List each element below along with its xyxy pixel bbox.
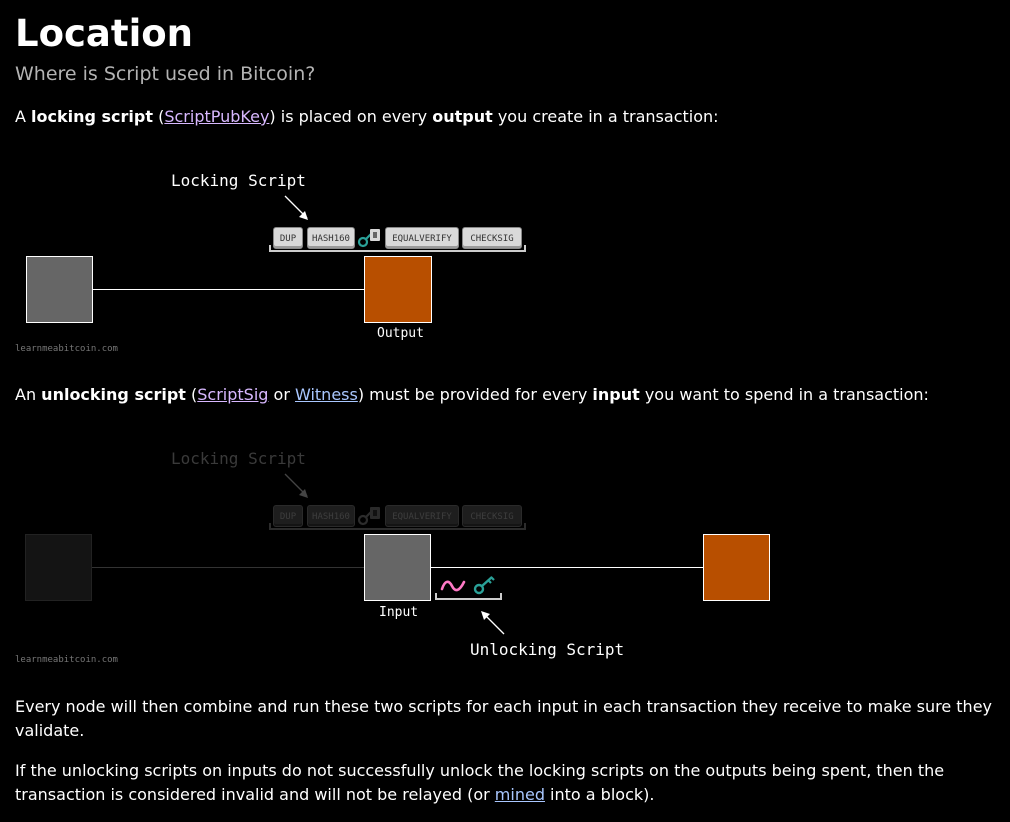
text: ( <box>185 385 198 404</box>
arrow-icon <box>284 473 308 498</box>
witness-link[interactable]: Witness <box>295 385 358 404</box>
text: into a block). <box>544 785 655 804</box>
arrow-icon <box>481 611 505 635</box>
bold-output: output <box>432 107 493 126</box>
text: An <box>15 385 42 404</box>
text: ) must be provided for every <box>357 385 593 404</box>
locking-bracket <box>269 245 526 252</box>
paragraph-validation: Every node will then combine and run the… <box>15 697 993 740</box>
page-title: Location <box>15 12 194 55</box>
unlocking-bracket <box>435 593 502 600</box>
watermark: learnmeabitcoin.com <box>15 655 118 665</box>
bold-locking-script: locking script <box>31 107 154 126</box>
text: you want to spend in a transaction: <box>639 385 929 404</box>
input-label: Input <box>379 605 419 620</box>
text: ( <box>153 107 165 126</box>
text: or <box>268 385 295 404</box>
paragraph-invalid: If the unlocking scripts on inputs do no… <box>15 759 1000 807</box>
output-label: Output <box>377 326 424 341</box>
connection-line <box>431 567 704 568</box>
mined-link[interactable]: mined <box>495 785 545 804</box>
previous-tx-box-dim <box>25 534 92 601</box>
paragraph-locking: A locking script (ScriptPubKey) is place… <box>15 105 1000 129</box>
input-box <box>364 534 431 601</box>
unlocking-script-label: Unlocking Script <box>470 640 625 659</box>
arrow-icon <box>284 195 308 220</box>
text: A <box>15 107 32 126</box>
text: ) is placed on every <box>269 107 433 126</box>
previous-tx-box <box>26 256 93 323</box>
bold-input: input <box>592 385 640 404</box>
locking-script-label-dim: Locking Script <box>171 449 306 468</box>
paragraph-unlocking: An unlocking script (ScriptSig or Witnes… <box>15 383 1000 407</box>
text: If the unlocking scripts on inputs do no… <box>15 761 945 804</box>
locking-script-label: Locking Script <box>171 171 306 190</box>
locking-bracket-dim <box>269 523 526 530</box>
connection-line-dim <box>92 567 364 568</box>
watermark: learnmeabitcoin.com <box>15 344 118 354</box>
bold-unlocking-script: unlocking script <box>41 385 186 404</box>
output-box <box>364 256 432 323</box>
connection-line <box>93 289 365 290</box>
page-subtitle: Where is Script used in Bitcoin? <box>15 63 316 85</box>
text: you create in a transaction: <box>492 107 719 126</box>
new-output-box <box>703 534 770 601</box>
scriptsig-link[interactable]: ScriptSig <box>197 385 268 404</box>
scriptpubkey-link[interactable]: ScriptPubKey <box>164 107 269 126</box>
